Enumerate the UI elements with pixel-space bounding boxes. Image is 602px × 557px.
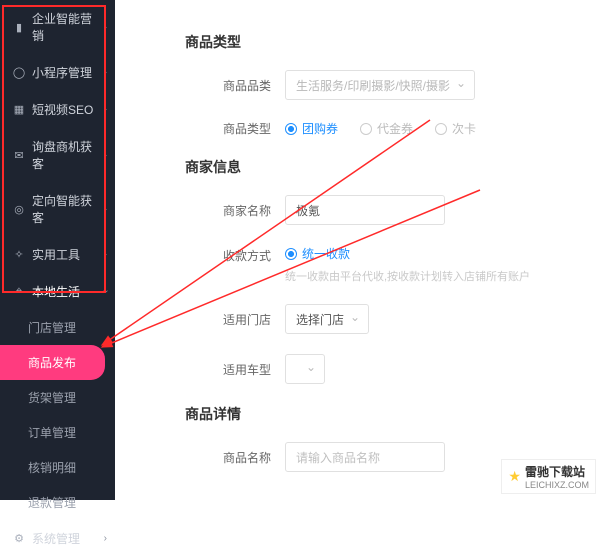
radio-dot-icon — [360, 123, 372, 135]
sidebar: ▮ 企业智能营销 › ◯ 小程序管理 › ▦ 短视频SEO › ✉ 询盘商机获客… — [0, 0, 115, 500]
row-car: 适用车型 — [205, 354, 578, 384]
menu-label: 询盘商机获客 — [32, 138, 104, 172]
chevron-right-icon: › — [104, 533, 107, 544]
star-icon: ★ — [508, 468, 521, 485]
label-product-name: 商品名称 — [205, 449, 271, 466]
select-value: 生活服务/印刷摄影/快照/摄影 — [296, 77, 450, 94]
label-category: 商品品类 — [205, 77, 271, 94]
label-store: 适用门店 — [205, 311, 271, 328]
menu-system-manage[interactable]: ⚙ 系统管理 › — [0, 520, 115, 557]
label-car: 适用车型 — [205, 361, 271, 378]
chat-icon: ✉ — [12, 148, 26, 162]
wrench-icon: ✧ — [12, 248, 26, 262]
sub-item-store-manage[interactable]: 门店管理 — [0, 310, 115, 345]
radio-times-card[interactable]: 次卡 — [435, 120, 476, 137]
chevron-right-icon: › — [104, 150, 107, 161]
radio-dot-icon — [435, 123, 447, 135]
menu-enterprise-marketing[interactable]: ▮ 企业智能营销 › — [0, 0, 115, 54]
menu-label: 小程序管理 — [32, 64, 104, 81]
chevron-right-icon: › — [104, 67, 107, 78]
row-merchant-name: 商家名称 极氪 — [205, 195, 578, 225]
input-value: 极氪 — [296, 202, 320, 219]
pin-icon: ⌖ — [12, 285, 26, 299]
menu-targeted-acquire[interactable]: ◎ 定向智能获客 › — [0, 182, 115, 236]
menu-label: 实用工具 — [32, 246, 104, 263]
menu-tools[interactable]: ✧ 实用工具 › — [0, 236, 115, 273]
chevron-right-icon: › — [104, 249, 107, 260]
target-icon: ◎ — [12, 202, 26, 216]
menu-local-life[interactable]: ⌖ 本地生活 › — [0, 273, 115, 310]
menu-miniprogram[interactable]: ◯ 小程序管理 › — [0, 54, 115, 91]
radio-label: 次卡 — [452, 120, 476, 137]
section-product-type: 商品类型 — [185, 32, 578, 52]
menu-label: 企业智能营销 — [32, 10, 104, 44]
input-product-name[interactable]: 请输入商品名称 — [285, 442, 445, 472]
button-label: 选择门店 — [296, 311, 344, 328]
row-category: 商品品类 生活服务/印刷摄影/快照/摄影 — [205, 70, 578, 100]
sub-item-verify-detail[interactable]: 核销明细 — [0, 450, 115, 485]
label-collect: 收款方式 — [205, 245, 271, 264]
label-type: 商品类型 — [205, 120, 271, 137]
sub-item-product-publish[interactable]: 商品发布 — [0, 345, 105, 380]
menu-inquiry-leads[interactable]: ✉ 询盘商机获客 › — [0, 128, 115, 182]
radio-group-collect: 统一收款 — [285, 245, 530, 262]
radio-group-type: 团购券 代金券 次卡 — [285, 120, 476, 137]
select-store-button[interactable]: 选择门店 — [285, 304, 369, 334]
watermark-sub: LEICHIXZ.COM — [525, 480, 589, 490]
chevron-right-icon: › — [104, 22, 107, 33]
row-store: 适用门店 选择门店 — [205, 304, 578, 334]
radio-voucher[interactable]: 代金券 — [360, 120, 413, 137]
collect-hint: 统一收款由平台代收,按收款计划转入店铺所有账户 — [285, 268, 530, 284]
section-product-detail: 商品详情 — [185, 404, 578, 424]
sub-item-order-manage[interactable]: 订单管理 — [0, 415, 115, 450]
menu-label: 本地生活 — [32, 283, 104, 300]
main-content: 商品类型 商品品类 生活服务/印刷摄影/快照/摄影 商品类型 团购券 代金券 次… — [115, 0, 602, 500]
row-type: 商品类型 团购券 代金券 次卡 — [205, 120, 578, 137]
input-placeholder: 请输入商品名称 — [296, 449, 380, 466]
sub-item-refund-manage[interactable]: 退款管理 — [0, 485, 115, 520]
radio-label: 团购券 — [302, 120, 338, 137]
submenu-local-life: 门店管理 商品发布 货架管理 订单管理 核销明细 退款管理 — [0, 310, 115, 520]
radio-label: 代金券 — [377, 120, 413, 137]
sub-item-shelf-manage[interactable]: 货架管理 — [0, 380, 115, 415]
grid-icon: ▦ — [12, 103, 26, 117]
input-merchant-name[interactable]: 极氪 — [285, 195, 445, 225]
chevron-right-icon: › — [104, 104, 107, 115]
radio-unified-collect[interactable]: 统一收款 — [285, 245, 350, 262]
radio-dot-icon — [285, 248, 297, 260]
radio-dot-icon — [285, 123, 297, 135]
section-merchant-info: 商家信息 — [185, 157, 578, 177]
label-merchant-name: 商家名称 — [205, 202, 271, 219]
menu-short-video-seo[interactable]: ▦ 短视频SEO › — [0, 91, 115, 128]
watermark-badge: ★ 雷驰下载站 LEICHIXZ.COM — [501, 459, 596, 494]
menu-label: 系统管理 — [32, 530, 104, 547]
select-category[interactable]: 生活服务/印刷摄影/快照/摄影 — [285, 70, 475, 100]
chevron-right-icon: › — [104, 204, 107, 215]
select-car[interactable] — [285, 354, 325, 384]
circle-icon: ◯ — [12, 66, 26, 80]
menu-label: 定向智能获客 — [32, 192, 104, 226]
bars-icon: ▮ — [12, 20, 26, 34]
radio-groupbuy[interactable]: 团购券 — [285, 120, 338, 137]
row-collect: 收款方式 统一收款 统一收款由平台代收,按收款计划转入店铺所有账户 — [205, 245, 578, 284]
menu-label: 短视频SEO — [32, 101, 104, 118]
chevron-down-icon: › — [100, 290, 111, 293]
gear-icon: ⚙ — [12, 532, 26, 546]
watermark-title: 雷驰下载站 — [525, 463, 589, 480]
radio-label: 统一收款 — [302, 245, 350, 262]
